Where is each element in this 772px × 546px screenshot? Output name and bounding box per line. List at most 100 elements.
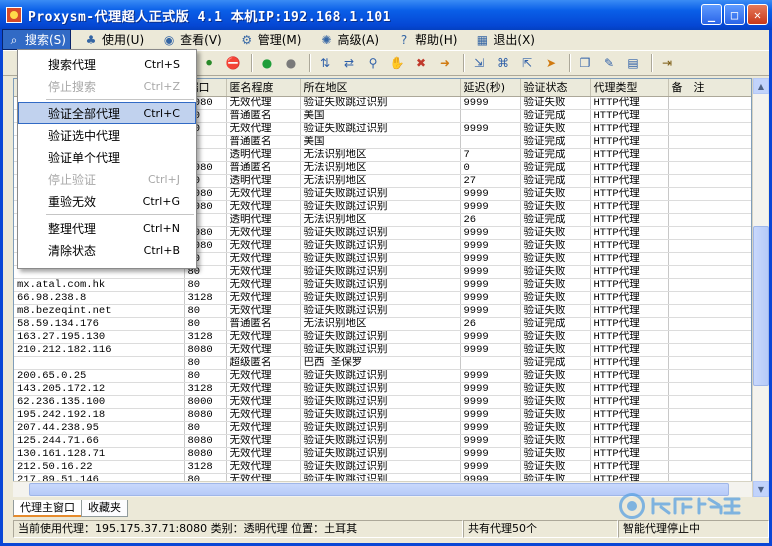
table-row[interactable]: 58.59.134.176 80 普通匿名 无法识别地区 26 验证完成 HTTP代理 (14, 317, 751, 331)
table-row[interactable]: 200.65.0.25 80 无效代理 验证失败跳过识别 9999 验证失败 HTTP代理 (14, 369, 751, 383)
column-header-6[interactable]: 代理类型 (590, 79, 669, 97)
column-header-2[interactable]: 匿名程度 (226, 79, 301, 97)
table-cell: 无法识别地区 (300, 161, 461, 175)
table-cell: 无效代理 (226, 187, 301, 201)
menu-label: 退出(X) (493, 33, 535, 47)
tab-1[interactable]: 收藏夹 (81, 500, 128, 517)
table-cell: 验证失败跳过识别 (300, 408, 461, 422)
arrow-icon: ➤ (545, 56, 557, 70)
menu-0[interactable]: ⌕ 搜索(S) (2, 29, 71, 50)
menu-3[interactable]: ⚙ 管理(M) (236, 30, 306, 49)
table-cell: HTTP代理 (590, 330, 669, 344)
table-row[interactable]: 195.242.192.18 8080 无效代理 验证失败跳过识别 9999 验证失败 HT… (14, 408, 751, 422)
table-cell (668, 161, 751, 175)
toolbar-button-19[interactable]: ✎ (599, 53, 619, 73)
table-cell: 66.98.238.8 (14, 291, 185, 305)
table-row[interactable]: 80 超级匿名 巴西 圣保罗 验证完成 HTTP代理 (14, 356, 751, 370)
table-row[interactable]: 143.205.172.12 3128 无效代理 验证失败跳过识别 9999 验证失败 HT… (14, 382, 751, 396)
menu-2[interactable]: ◉ 查看(V) (158, 30, 226, 49)
column-header-7[interactable]: 备 注 (668, 79, 751, 97)
table-row[interactable]: 210.212.182.116 8080 无效代理 验证失败跳过识别 9999 验证失败 H… (14, 343, 751, 357)
scroll-up-button[interactable]: ▲ (753, 78, 769, 94)
table-cell: 透明代理 (226, 174, 301, 188)
table-cell: 无效代理 (226, 434, 301, 448)
scroll-thumb[interactable] (753, 226, 769, 386)
dropdown-item-7[interactable]: 重验无效 Ctrl+G (18, 190, 196, 212)
table-cell: 9999 (460, 265, 521, 279)
toolbar-button-1[interactable]: ⛔ (223, 53, 243, 73)
column-header-4[interactable]: 延迟(秒) (460, 79, 521, 97)
table-row[interactable]: 125.244.71.66 8080 无效代理 验证失败跳过识别 9999 验证失败 HTT… (14, 434, 751, 448)
table-cell: 验证失败 (520, 252, 591, 266)
maximize-icon: □ (730, 7, 739, 22)
dropdown-item-label: 验证单个代理 (48, 150, 121, 165)
toolbar-button-4[interactable]: ● (281, 53, 301, 73)
table-cell: 130.161.128.71 (14, 447, 185, 461)
dropdown-item-shortcut: Ctrl+S (144, 57, 180, 71)
table-cell: HTTP代理 (590, 96, 669, 110)
toolbar-button-8[interactable]: ⚲ (363, 53, 383, 73)
toolbar-button-20[interactable]: ▤ (623, 53, 643, 73)
table-cell: 普通匿名 (226, 317, 301, 331)
toolbar-separator (309, 54, 311, 72)
search-icon: ⌕ (10, 32, 18, 47)
scroll-down-button[interactable]: ▼ (753, 481, 769, 497)
title-bar[interactable]: Proxysm-代理超人正式版 4.1 本机IP:192.168.1.101 _… (0, 0, 772, 30)
table-row[interactable]: 207.44.238.95 80 无效代理 验证失败跳过识别 9999 验证失败 HTTP代… (14, 421, 751, 435)
table-cell: HTTP代理 (590, 239, 669, 253)
dropdown-item-1: 停止搜索 Ctrl+Z (18, 75, 196, 97)
table-row[interactable]: mx.atal.com.hk 80 无效代理 验证失败跳过识别 9999 验证失败 HTTP… (14, 278, 751, 292)
toolbar-button-6[interactable]: ⇅ (315, 53, 335, 73)
table-cell: 8080 (184, 408, 227, 422)
tab-0[interactable]: 代理主窗口 (13, 500, 82, 517)
dropdown-item-4[interactable]: 验证选中代理 (18, 124, 196, 146)
menu-5[interactable]: ? 帮助(H) (393, 30, 461, 49)
toolbar-button-22[interactable]: ⇥ (657, 53, 677, 73)
menu-1[interactable]: ♣ 使用(U) (80, 30, 148, 49)
dropdown-item-10[interactable]: 清除状态 Ctrl+B (18, 239, 196, 261)
table-row[interactable]: m8.bezeqint.net 80 无效代理 验证失败跳过识别 9999 验证失败 HTT… (14, 304, 751, 318)
table-cell: 验证失败跳过识别 (300, 434, 461, 448)
toolbar-button-3[interactable]: ● (257, 53, 277, 73)
toolbar-button-0[interactable]: ⚫ (199, 53, 219, 73)
column-header-3[interactable]: 所在地区 (300, 79, 461, 97)
dropdown-item-0[interactable]: 搜索代理 Ctrl+S (18, 53, 196, 75)
menu-label: 高级(A) (337, 33, 380, 47)
table-cell: HTTP代理 (590, 200, 669, 214)
table-cell: 无效代理 (226, 239, 301, 253)
table-cell: 8080 (184, 434, 227, 448)
copy-icon: ❐ (579, 56, 591, 70)
close-button[interactable]: ✕ (747, 4, 768, 25)
dropdown-item-label: 重验无效 (48, 194, 97, 209)
table-row[interactable]: 66.98.238.8 3128 无效代理 验证失败跳过识别 9999 验证失败 HTTP代… (14, 291, 751, 305)
table-cell: 验证失败跳过识别 (300, 343, 461, 357)
toolbar-button-10[interactable]: ✖ (411, 53, 431, 73)
toolbar-button-18[interactable]: ❐ (575, 53, 595, 73)
table-row[interactable]: 62.236.135.100 8000 无效代理 验证失败跳过识别 9999 验证失败 HT… (14, 395, 751, 409)
menu-6[interactable]: ▦ 退出(X) (471, 30, 539, 49)
app-window: Proxysm-代理超人正式版 4.1 本机IP:192.168.1.101 _… (0, 0, 772, 546)
column-header-5[interactable]: 验证状态 (520, 79, 591, 97)
dropdown-item-5[interactable]: 验证单个代理 (18, 146, 196, 168)
toolbar-button-7[interactable]: ⇄ (339, 53, 359, 73)
dropdown-item-3[interactable]: 验证全部代理 Ctrl+C (18, 102, 196, 124)
table-cell (668, 330, 751, 344)
toolbar-button-13[interactable]: ⇲ (469, 53, 489, 73)
table-row[interactable]: 212.50.16.22 3128 无效代理 验证失败跳过识别 9999 验证失败 HTTP… (14, 460, 751, 474)
table-row[interactable]: 130.161.128.71 8080 无效代理 验证失败跳过识别 9999 验证失败 HT… (14, 447, 751, 461)
dropdown-item-9[interactable]: 整理代理 Ctrl+N (18, 217, 196, 239)
toolbar-button-14[interactable]: ⌘ (493, 53, 513, 73)
toolbar-button-16[interactable]: ➤ (541, 53, 561, 73)
maximize-button[interactable]: □ (724, 4, 745, 25)
table-row[interactable]: 163.27.195.130 3128 无效代理 验证失败跳过识别 9999 验证失败 HT… (14, 330, 751, 344)
toolbar-button-9[interactable]: ✋ (387, 53, 407, 73)
table-cell: 9999 (460, 382, 521, 396)
minimize-button[interactable]: _ (701, 4, 722, 25)
table-cell: 验证失败 (520, 226, 591, 240)
table-cell: 80 (184, 304, 227, 318)
toolbar-button-15[interactable]: ⇱ (517, 53, 537, 73)
menu-4[interactable]: ✺ 高级(A) (315, 30, 383, 49)
vertical-scrollbar[interactable]: ▲ ▼ (752, 78, 769, 497)
table-cell: HTTP代理 (590, 252, 669, 266)
toolbar-button-11[interactable]: ➜ (435, 53, 455, 73)
